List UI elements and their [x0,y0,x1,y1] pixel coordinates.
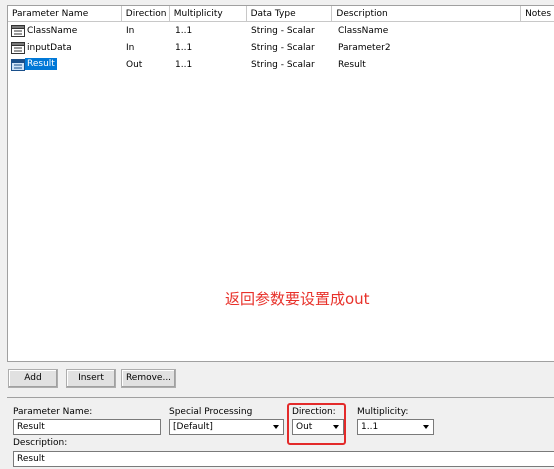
highlight-box [287,403,346,445]
special-processing-select[interactable]: [Default] [169,419,284,435]
column-header-description[interactable]: Description [332,6,522,22]
row-data-type: String - Scalar [251,60,315,70]
multiplicity-value: 1..1 [361,422,379,432]
column-header-direction[interactable]: Direction [121,6,170,22]
multiplicity-label: Multiplicity: [357,407,409,417]
row-name: ClassName [27,26,78,36]
row-description: Result [338,60,366,70]
remove-button[interactable]: Remove... [121,369,176,388]
insert-button[interactable]: Insert [66,369,116,388]
row-description: Parameter2 [338,43,391,53]
table-row[interactable]: inputData In 1..1 String - Scalar Parame… [8,40,554,57]
column-header-data-type[interactable]: Data Type [246,6,333,22]
table-row[interactable]: ClassName In 1..1 String - Scalar ClassN… [8,23,554,40]
parameter-icon [11,25,25,37]
divider [7,397,554,398]
description-input[interactable]: Result [13,451,554,467]
parameter-name-label: Parameter Name: [13,407,93,417]
row-name: Result [25,58,57,70]
row-description: ClassName [338,26,389,36]
row-data-type: String - Scalar [251,26,315,36]
parameter-name-input[interactable]: Result [13,419,161,435]
description-label: Description: [13,438,68,448]
column-header-multiplicity[interactable]: Multiplicity [169,6,247,22]
table-row-selected[interactable]: Result Out 1..1 String - Scalar Result [8,57,554,74]
chevron-down-icon[interactable] [420,421,432,433]
list-header: Parameter Name Direction Multiplicity Da… [8,6,554,22]
parameter-icon [11,42,25,54]
special-processing-value: [Default] [173,422,213,432]
row-multiplicity: 1..1 [175,60,193,70]
multiplicity-select[interactable]: 1..1 [357,419,434,435]
row-direction: Out [126,60,143,70]
row-multiplicity: 1..1 [175,43,193,53]
parameter-icon [11,59,25,71]
row-name: inputData [27,43,72,53]
row-direction: In [126,43,135,53]
row-multiplicity: 1..1 [175,26,193,36]
column-header-parameter-name[interactable]: Parameter Name [8,6,122,22]
column-header-notes[interactable]: Notes [521,6,554,22]
special-processing-label: Special Processing [169,407,253,417]
row-direction: In [126,26,135,36]
add-button[interactable]: Add [8,369,58,388]
row-data-type: String - Scalar [251,43,315,53]
annotation-text: 返回参数要设置成out [225,290,370,308]
chevron-down-icon[interactable] [270,421,282,433]
